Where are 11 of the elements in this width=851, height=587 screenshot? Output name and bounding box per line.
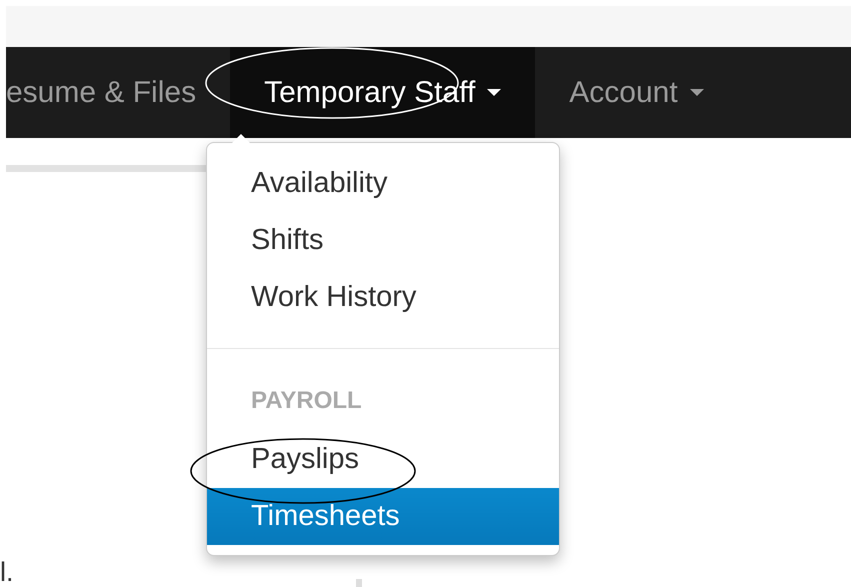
nav-item[interactable]: Account [535, 47, 738, 138]
nav-item[interactable]: esume & Files [6, 47, 230, 138]
menu-item[interactable]: Timesheets [207, 488, 559, 545]
caret-icon [487, 89, 502, 96]
menu-item[interactable]: Work History [207, 269, 559, 326]
menu-item[interactable]: Payslips [207, 431, 559, 488]
menu-item[interactable]: Availability [207, 155, 559, 212]
menu-header: PAYROLL [250, 386, 363, 416]
menu-item[interactable]: Shifts [207, 212, 559, 269]
caret-icon [690, 89, 704, 96]
body-text: l. [0, 557, 14, 587]
